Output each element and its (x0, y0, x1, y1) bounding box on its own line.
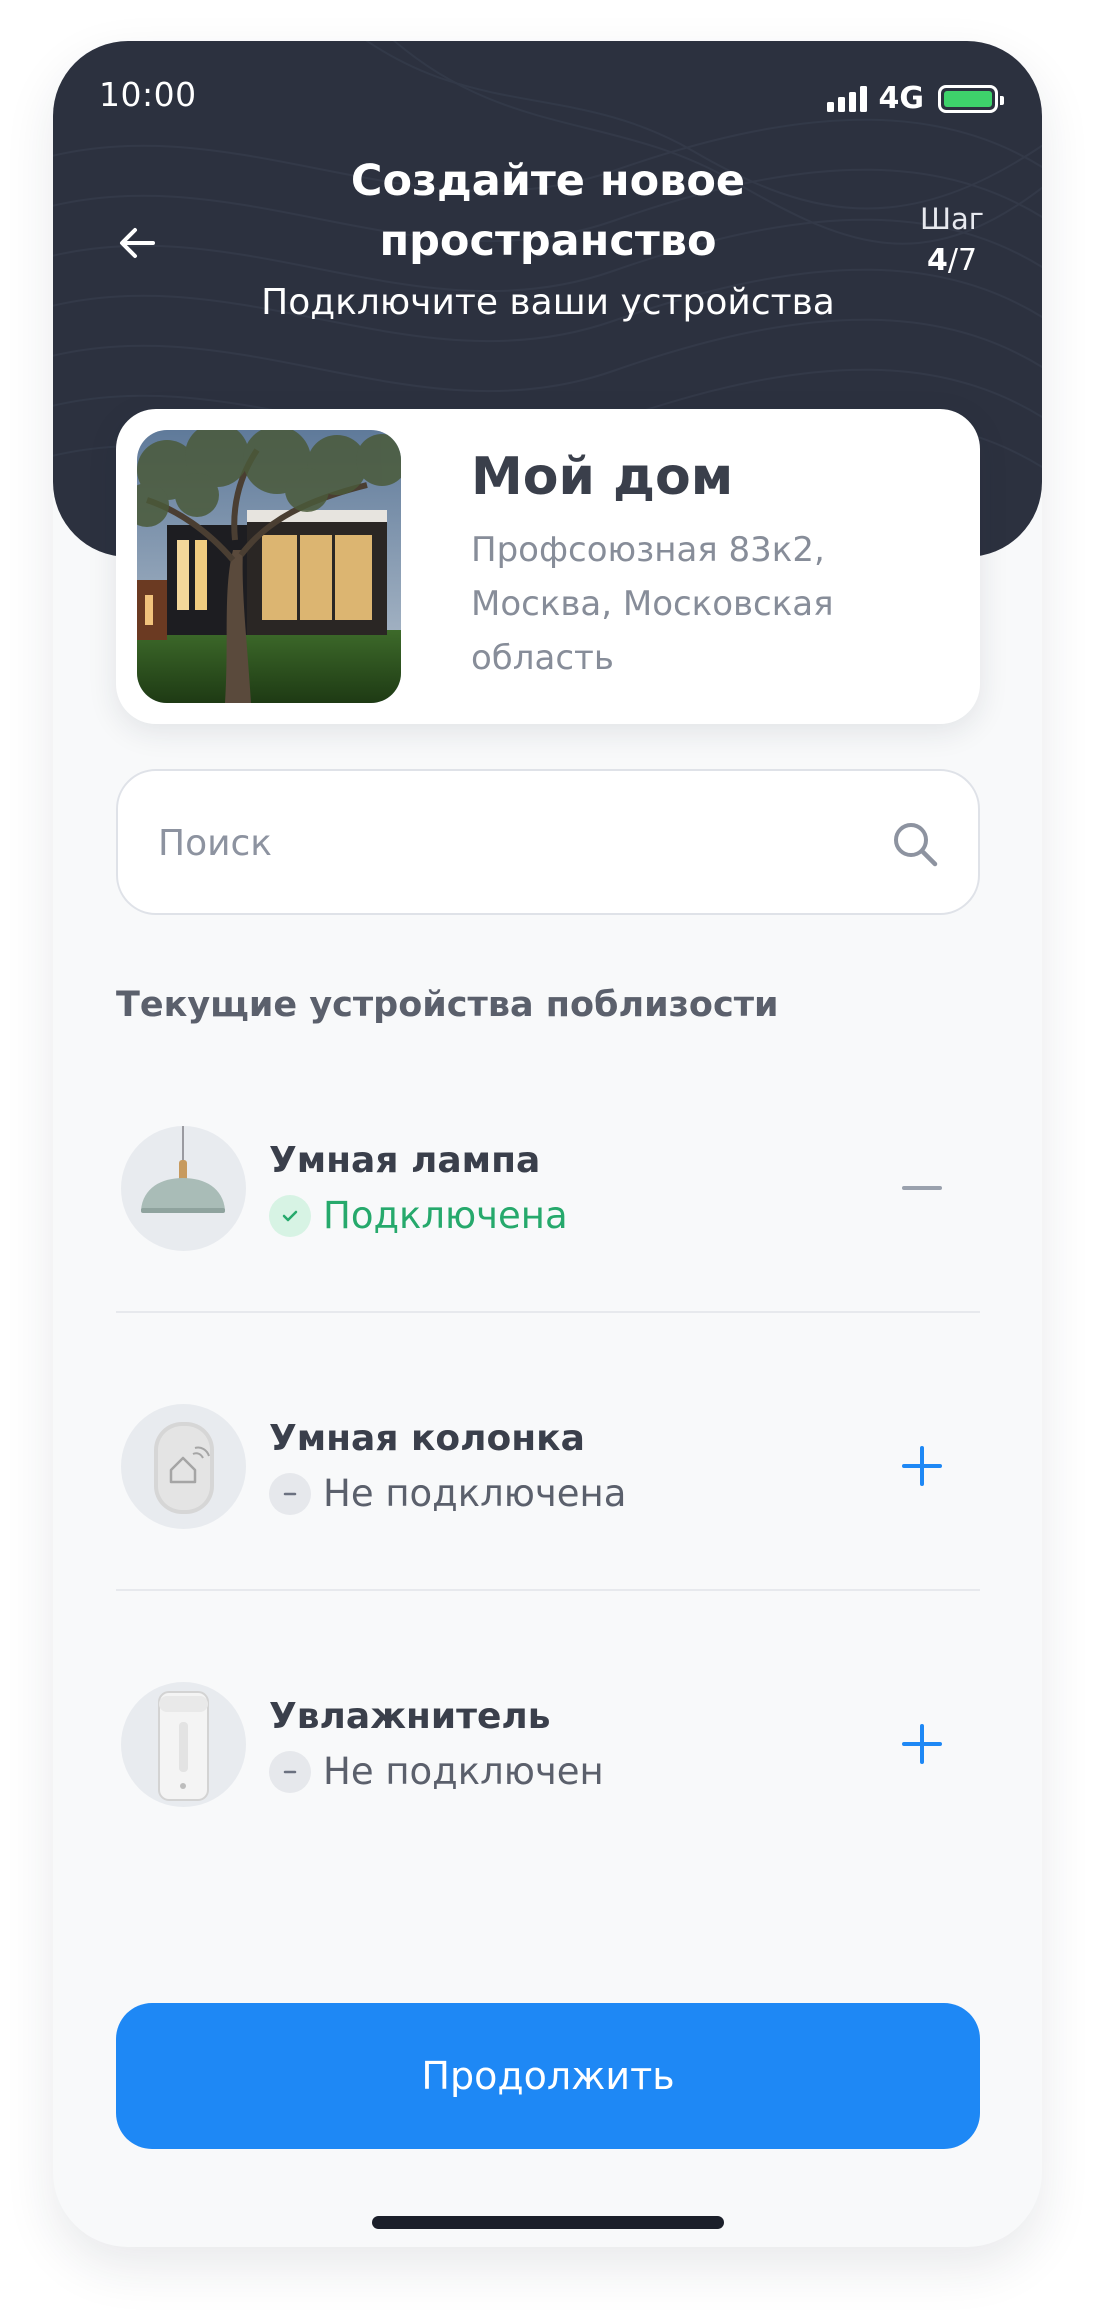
device-row-humidifier[interactable]: Увлажнитель Не подключен (116, 1646, 980, 1846)
device-row-lamp[interactable]: Умная лампа Подключена (116, 1090, 980, 1290)
step-separator: / (947, 243, 958, 278)
status-time: 10:00 (99, 75, 197, 114)
add-device-button[interactable] (892, 1436, 952, 1496)
search-input[interactable] (158, 815, 858, 871)
back-button[interactable] (115, 221, 159, 265)
remove-device-button[interactable] (892, 1158, 952, 1218)
home-address: Профсоюзная 83к2, Москва, Московская обл… (471, 530, 834, 678)
status-text: Не подключен (323, 1750, 604, 1793)
step-count: 4/7 (912, 239, 992, 283)
device-status: Не подключена (269, 1472, 626, 1515)
minus-circle-icon (269, 1472, 311, 1515)
device-status: Не подключен (269, 1750, 604, 1793)
search-icon[interactable] (890, 819, 940, 869)
phone-screen: 10:00 4G Создайте новое пространство Под… (53, 41, 1042, 2247)
status-indicators: 4G (826, 81, 1004, 116)
device-status: Подключена (269, 1194, 568, 1237)
page-subtitle: Подключите ваши устройства (261, 282, 835, 323)
divider (116, 1311, 980, 1313)
divider (116, 1589, 980, 1591)
minus-icon (902, 1186, 942, 1190)
search-field[interactable] (116, 769, 980, 915)
home-photo (137, 430, 401, 703)
page-title: Создайте новое пространство (350, 156, 746, 266)
step-current: 4 (926, 243, 948, 278)
step-label: Шаг (919, 202, 985, 236)
home-indicator (372, 2216, 724, 2229)
humidifier-image (121, 1682, 246, 1807)
device-name: Умная колонка (269, 1418, 585, 1459)
battery-icon (938, 84, 1004, 113)
home-card[interactable]: Мой дом Профсоюзная 83к2, Москва, Москов… (116, 409, 980, 724)
network-type: 4G (878, 81, 925, 116)
signal-icon (826, 85, 867, 112)
plus-icon (902, 1446, 942, 1486)
status-text: Подключена (323, 1194, 568, 1237)
home-name: Мой дом (471, 447, 734, 507)
section-title: Текущие устройства поблизости (116, 985, 779, 1025)
speaker-image (121, 1404, 246, 1529)
device-row-speaker[interactable]: Умная колонка Не подключена (116, 1368, 980, 1568)
lamp-image (121, 1126, 246, 1251)
step-indicator: Шаг 4/7 (912, 199, 992, 283)
add-device-button[interactable] (892, 1714, 952, 1774)
continue-button[interactable]: Продолжить (116, 2003, 980, 2149)
device-name: Умная лампа (269, 1140, 541, 1181)
step-total: 7 (957, 243, 978, 278)
arrow-left-icon (120, 228, 155, 258)
device-name: Увлажнитель (269, 1696, 551, 1737)
check-icon (269, 1194, 311, 1237)
status-text: Не подключена (323, 1472, 627, 1515)
plus-icon (902, 1724, 942, 1764)
minus-circle-icon (269, 1750, 311, 1793)
